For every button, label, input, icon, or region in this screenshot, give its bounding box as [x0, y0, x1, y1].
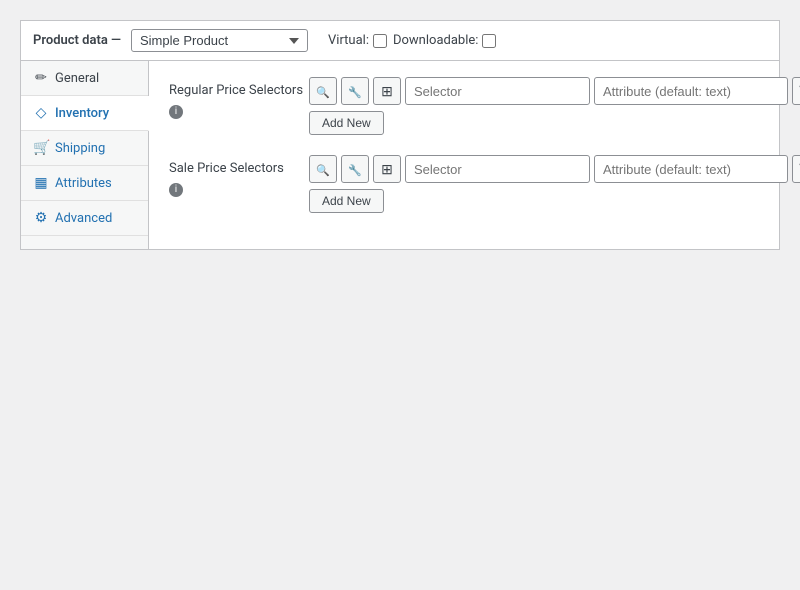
sale-price-label-group: Sale Price Selectors i: [169, 155, 309, 197]
search-icon-2: [316, 162, 330, 177]
sale-price-search-btn[interactable]: [309, 155, 337, 183]
search-icon: [316, 84, 330, 99]
box-icon: ◇: [33, 105, 49, 121]
panel-body: ✏ General ◇ Inventory 🛒 Shipping ▦ Attri…: [21, 61, 779, 249]
sidebar-label-general: General: [55, 71, 99, 86]
regular-price-label: Regular Price Selectors: [169, 83, 309, 98]
sidebar-label-inventory: Inventory: [55, 106, 109, 121]
regular-price-grid-btn[interactable]: [373, 77, 401, 105]
grid-small-icon-2: [381, 161, 393, 178]
regular-price-wrench-btn[interactable]: [341, 77, 369, 105]
gear-icon: ⚙: [33, 210, 49, 226]
sale-price-content: 🗑 Add New: [309, 155, 800, 213]
regular-price-info-icon[interactable]: i: [169, 105, 183, 119]
sale-price-section: Sale Price Selectors i: [169, 155, 800, 213]
sale-price-add-new-btn[interactable]: Add New: [309, 189, 384, 213]
virtual-checkbox[interactable]: [373, 34, 387, 48]
sale-price-grid-btn[interactable]: [373, 155, 401, 183]
wrench-icon-2: [348, 162, 362, 177]
sale-price-wrench-btn[interactable]: [341, 155, 369, 183]
pencil-icon: ✏: [33, 70, 49, 86]
regular-price-selector-input[interactable]: [405, 77, 590, 105]
regular-price-attribute-input[interactable]: [594, 77, 788, 105]
main-content: Regular Price Selectors i: [149, 61, 800, 249]
virtual-downloadable-group: Virtual: Downloadable:: [328, 33, 496, 48]
sale-price-selector-input[interactable]: [405, 155, 590, 183]
sidebar-item-advanced[interactable]: ⚙ Advanced: [21, 201, 148, 236]
virtual-label-group: Virtual:: [328, 33, 387, 48]
sale-price-selector-row: 🗑: [309, 155, 800, 183]
regular-price-search-btn[interactable]: [309, 77, 337, 105]
sale-price-info-icon[interactable]: i: [169, 183, 183, 197]
grid-small-icon: [381, 83, 393, 100]
panel-title: Product data —: [33, 33, 121, 48]
sidebar: ✏ General ◇ Inventory 🛒 Shipping ▦ Attri…: [21, 61, 149, 249]
downloadable-label-group: Downloadable:: [393, 33, 496, 48]
sale-price-label: Sale Price Selectors: [169, 161, 309, 176]
regular-price-section: Regular Price Selectors i: [169, 77, 800, 135]
virtual-label: Virtual:: [328, 33, 369, 48]
panel-header: Product data — Simple Product Variable P…: [21, 21, 779, 61]
downloadable-label: Downloadable:: [393, 33, 478, 48]
sale-price-delete-btn[interactable]: 🗑: [792, 155, 800, 183]
regular-price-content: 🗑 Add New: [309, 77, 800, 135]
product-data-panel: Product data — Simple Product Variable P…: [20, 20, 780, 250]
cart-icon: 🛒: [33, 140, 49, 156]
downloadable-checkbox[interactable]: [482, 34, 496, 48]
regular-price-selector-row: 🗑: [309, 77, 800, 105]
grid-icon: ▦: [33, 175, 49, 191]
product-type-select[interactable]: Simple Product Variable Product Grouped …: [131, 29, 308, 52]
regular-price-label-group: Regular Price Selectors i: [169, 77, 309, 119]
sidebar-item-general[interactable]: ✏ General: [21, 61, 148, 96]
sidebar-label-advanced: Advanced: [55, 211, 112, 226]
sidebar-label-attributes: Attributes: [55, 176, 112, 191]
sidebar-label-shipping: Shipping: [55, 141, 105, 156]
regular-price-delete-btn[interactable]: 🗑: [792, 77, 800, 105]
sidebar-item-inventory[interactable]: ◇ Inventory: [21, 96, 149, 131]
wrench-icon: [348, 84, 362, 99]
regular-price-add-new-btn[interactable]: Add New: [309, 111, 384, 135]
sidebar-item-attributes[interactable]: ▦ Attributes: [21, 166, 148, 201]
sidebar-item-shipping[interactable]: 🛒 Shipping: [21, 131, 148, 166]
sale-price-attribute-input[interactable]: [594, 155, 788, 183]
